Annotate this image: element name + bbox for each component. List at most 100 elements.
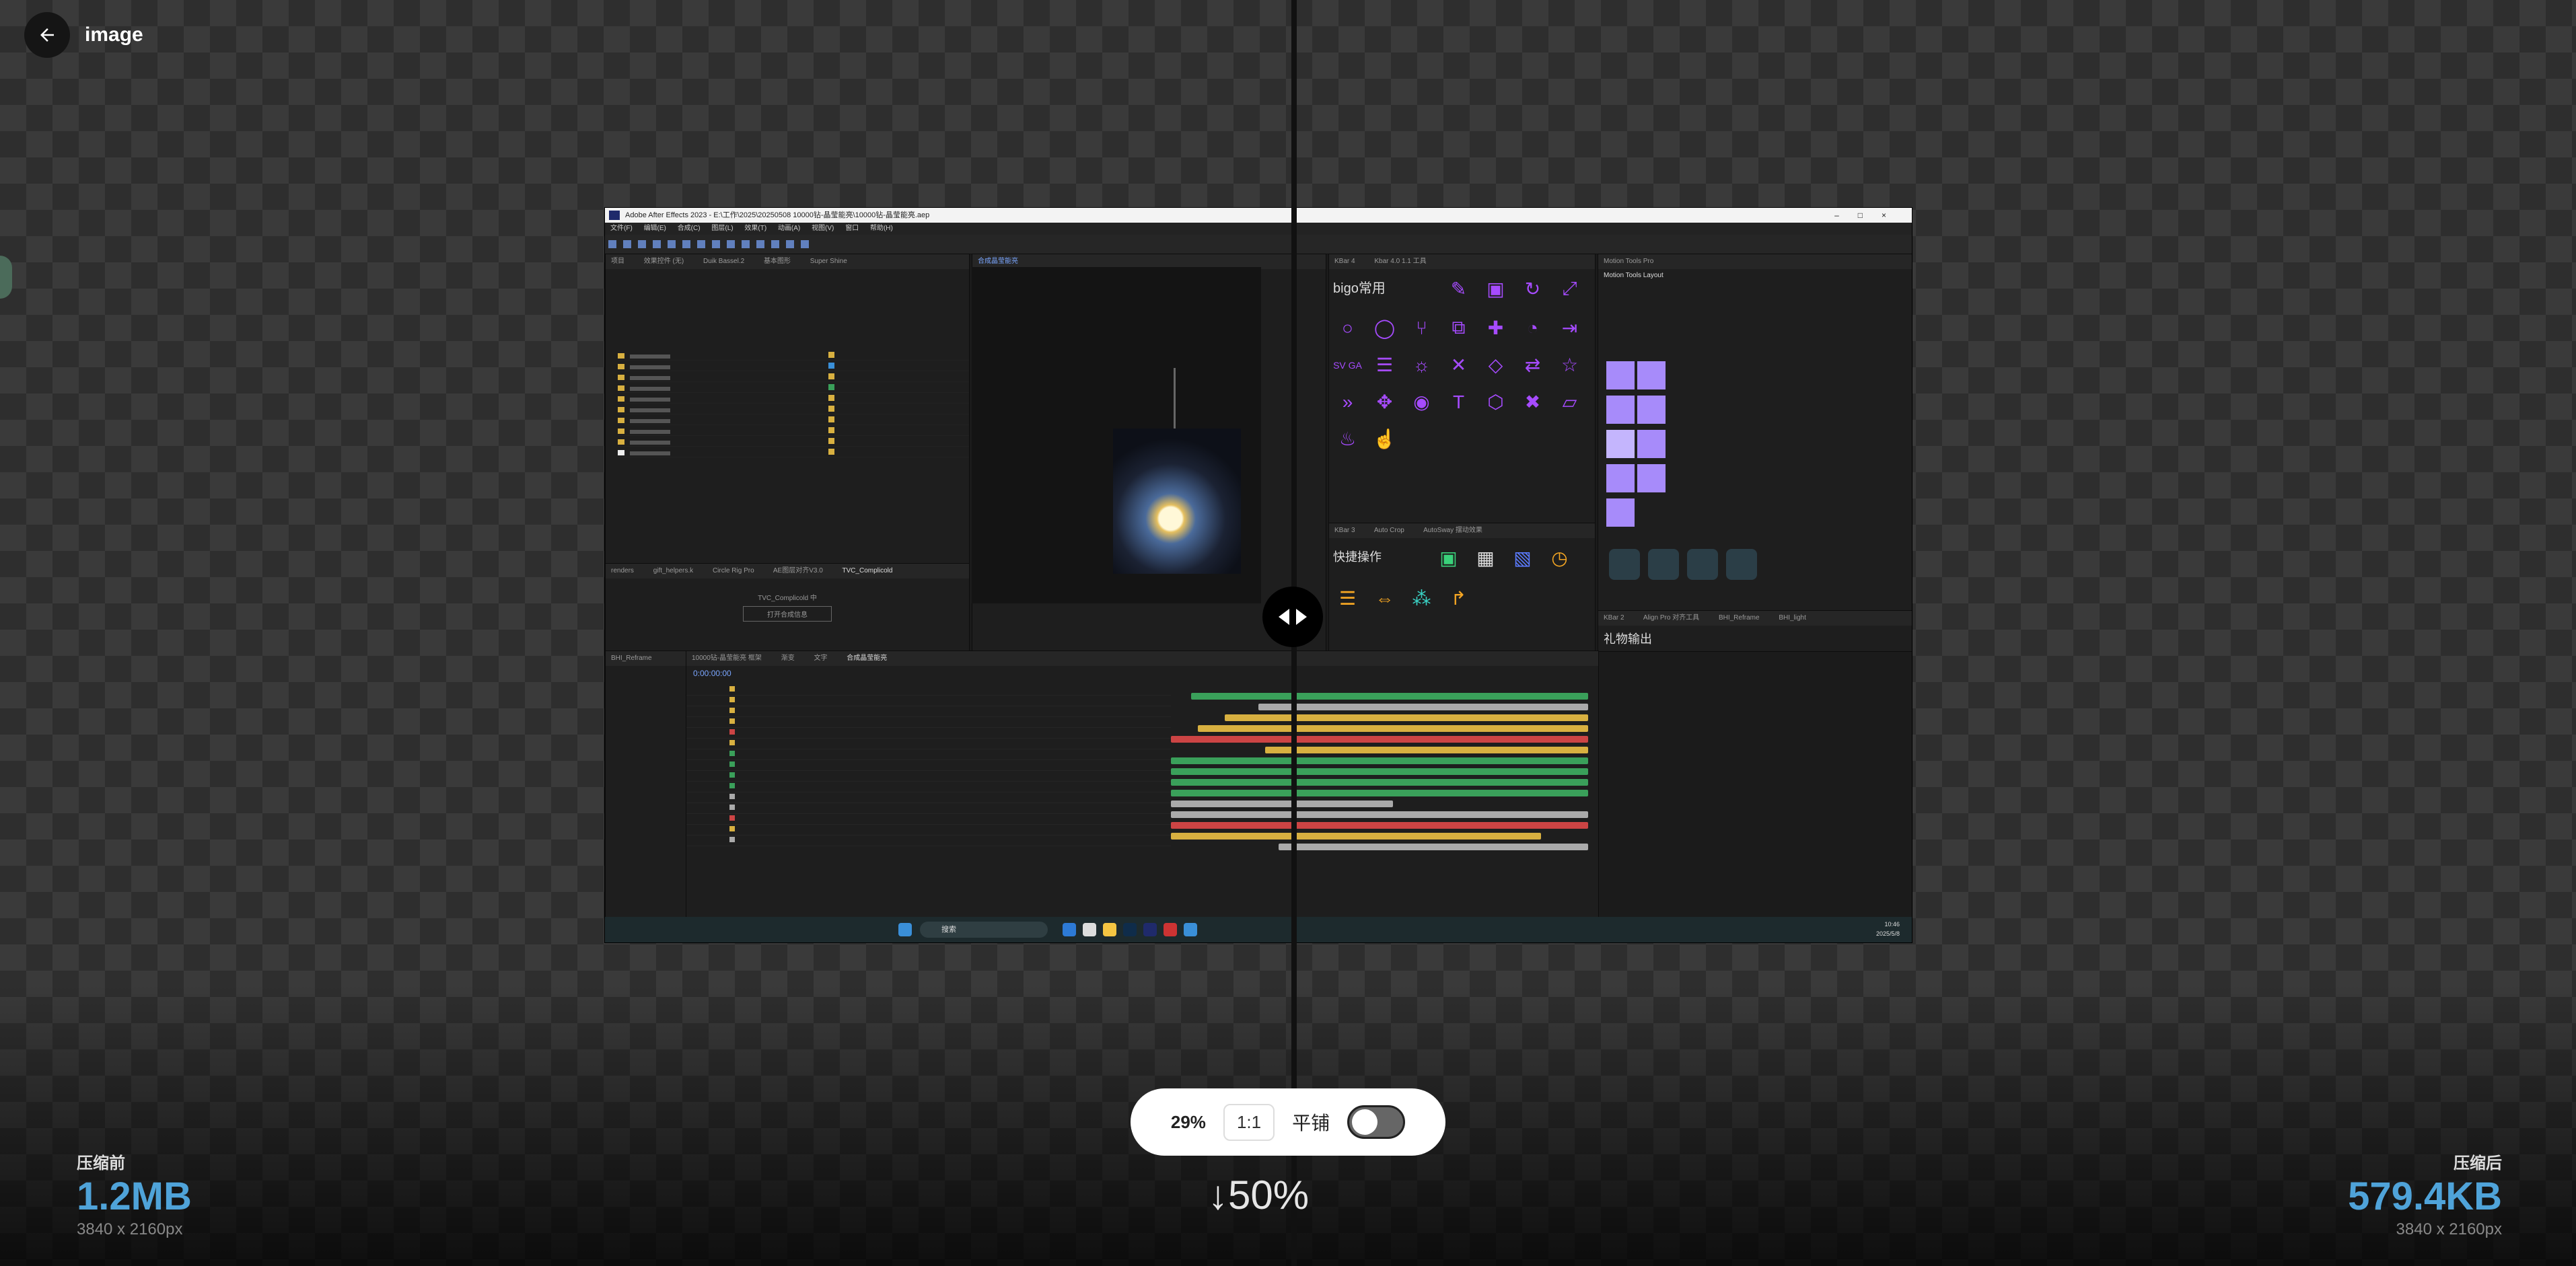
table-row[interactable] (686, 685, 1171, 696)
eraser-tool-icon[interactable] (771, 240, 779, 248)
diamond-icon[interactable]: ◇ (1477, 346, 1514, 383)
composition-viewer[interactable] (972, 267, 1261, 603)
layer-bar[interactable] (1191, 693, 1588, 700)
zoom-tool-icon[interactable] (638, 240, 646, 248)
eye-icon[interactable]: ◉ (1403, 383, 1440, 420)
save-icon[interactable]: ▣ (1477, 270, 1514, 307)
app-icon[interactable] (1164, 923, 1177, 936)
compared-screenshot[interactable]: Adobe After Effects 2023 - E:\工作\2025\20… (604, 207, 1912, 943)
menu-view[interactable]: 视图(V) (812, 225, 834, 232)
expand-icon[interactable]: ⤢ (1551, 270, 1588, 307)
pen-tool-icon[interactable] (712, 240, 720, 248)
list-item[interactable] (618, 382, 969, 393)
list-item[interactable] (618, 447, 969, 457)
list-icon[interactable]: ☰ (1366, 346, 1403, 383)
puppet-tool-icon[interactable] (801, 240, 809, 248)
tab-timeline-comp[interactable]: 合成晶莹能亮 (847, 655, 887, 662)
after-effects-icon[interactable] (1143, 923, 1157, 936)
tab-timeline-text[interactable]: 文字 (814, 655, 827, 662)
tab-tvc[interactable]: TVC_Complicold (842, 567, 892, 574)
notes-icon[interactable]: ☰ (1329, 580, 1366, 617)
layer-bar[interactable] (1171, 790, 1588, 796)
rotate-tool-icon[interactable] (653, 240, 661, 248)
curve-button[interactable] (1648, 549, 1679, 580)
text-tool-icon[interactable] (727, 240, 735, 248)
tab-kbar3[interactable]: KBar 3 (1334, 527, 1355, 534)
anchor-cell[interactable] (1637, 361, 1666, 389)
table-row[interactable] (686, 760, 1171, 771)
layer-bar[interactable] (1265, 747, 1588, 753)
width-icon[interactable]: ⇔ (1366, 580, 1403, 617)
table-row[interactable] (686, 739, 1171, 749)
nodes-button[interactable] (1687, 549, 1718, 580)
menu-help[interactable]: 帮助(H) (870, 225, 893, 232)
table-row[interactable] (686, 706, 1171, 717)
move-icon[interactable]: ✥ (1366, 383, 1403, 420)
text-icon[interactable]: T (1440, 383, 1477, 420)
layer-bar[interactable] (1171, 822, 1588, 829)
pattern-icon[interactable]: ▦ (1467, 539, 1504, 576)
taskbar-search[interactable]: 搜索 (920, 922, 1048, 938)
bulb-icon[interactable]: ☼ (1403, 346, 1440, 383)
tab-align-pro[interactable]: Align Pro 对齐工具 (1643, 614, 1699, 622)
app-icon[interactable] (1184, 923, 1197, 936)
link-button[interactable] (1726, 549, 1757, 580)
menu-file[interactable]: 文件(F) (610, 225, 633, 232)
dots-icon[interactable]: ⁂ (1403, 580, 1440, 617)
anchor-cell[interactable] (1606, 464, 1635, 492)
tab-renders[interactable]: renders (611, 567, 634, 574)
hexagon-icon[interactable]: ⬡ (1477, 383, 1514, 420)
tab-timeline-gradient[interactable]: 渐变 (781, 655, 795, 662)
table-row[interactable] (686, 814, 1171, 825)
list-item[interactable] (618, 425, 969, 436)
layer-bar[interactable] (1171, 757, 1588, 764)
pan-tool-icon[interactable] (682, 240, 690, 248)
plus-icon[interactable]: ✚ (1477, 309, 1514, 346)
svga-icon[interactable]: SV GA (1329, 346, 1366, 383)
tab-super-shine[interactable]: Super Shine (810, 258, 847, 265)
tab-bhi[interactable]: BHI_Reframe (611, 655, 652, 662)
list-item[interactable] (618, 414, 969, 425)
anchor-cell[interactable] (1606, 430, 1635, 458)
anchor-cell[interactable] (1637, 464, 1666, 492)
list-item[interactable] (618, 371, 969, 382)
tab-project[interactable]: 项目 (611, 258, 624, 265)
hand-icon[interactable]: ☝ (1366, 420, 1403, 457)
comparison-slider-handle[interactable] (1262, 587, 1323, 647)
photoshop-icon[interactable] (1123, 923, 1137, 936)
tab-auto-crop[interactable]: Auto Crop (1374, 527, 1404, 534)
table-row[interactable] (686, 696, 1171, 706)
list-item[interactable] (618, 404, 969, 414)
timer-icon[interactable]: ◷ (1541, 539, 1578, 576)
table-row[interactable] (686, 717, 1171, 728)
anchor-cell[interactable] (1606, 361, 1635, 389)
table-row[interactable] (686, 835, 1171, 846)
stripes-icon[interactable]: ▧ (1504, 539, 1541, 576)
anchor-cell[interactable] (1637, 396, 1666, 424)
layer-bar[interactable] (1198, 725, 1588, 732)
layer-bar[interactable] (1279, 844, 1588, 850)
export-icon[interactable]: ⇥ (1551, 309, 1588, 346)
layer-bar[interactable] (1171, 736, 1588, 743)
list-item[interactable] (618, 436, 969, 447)
windows-start-icon[interactable] (898, 923, 912, 936)
table-row[interactable] (686, 771, 1171, 782)
tab-bhi-light[interactable]: BHI_light (1779, 614, 1806, 622)
camera-tool-icon[interactable] (668, 240, 676, 248)
eraser-icon[interactable]: ▱ (1551, 383, 1588, 420)
tab-kbar2[interactable]: KBar 2 (1604, 614, 1624, 622)
star-icon[interactable]: ☆ (1551, 346, 1588, 383)
side-handle[interactable] (0, 256, 12, 299)
circle-icon[interactable]: ○ (1329, 309, 1366, 346)
hand-tool-icon[interactable] (623, 240, 631, 248)
layer-bar[interactable] (1171, 800, 1393, 807)
edge-icon[interactable] (1063, 923, 1076, 936)
list-item[interactable] (618, 350, 969, 361)
layer-bar[interactable] (1171, 779, 1588, 786)
list-item[interactable] (618, 393, 969, 404)
fork-icon[interactable]: ⑂ (1403, 309, 1440, 346)
tab-circle-rig[interactable]: Circle Rig Pro (713, 567, 754, 574)
back-button[interactable] (24, 12, 70, 58)
tab-align[interactable]: AE图层对齐V3.0 (773, 567, 823, 574)
menu-animation[interactable]: 动画(A) (778, 225, 800, 232)
